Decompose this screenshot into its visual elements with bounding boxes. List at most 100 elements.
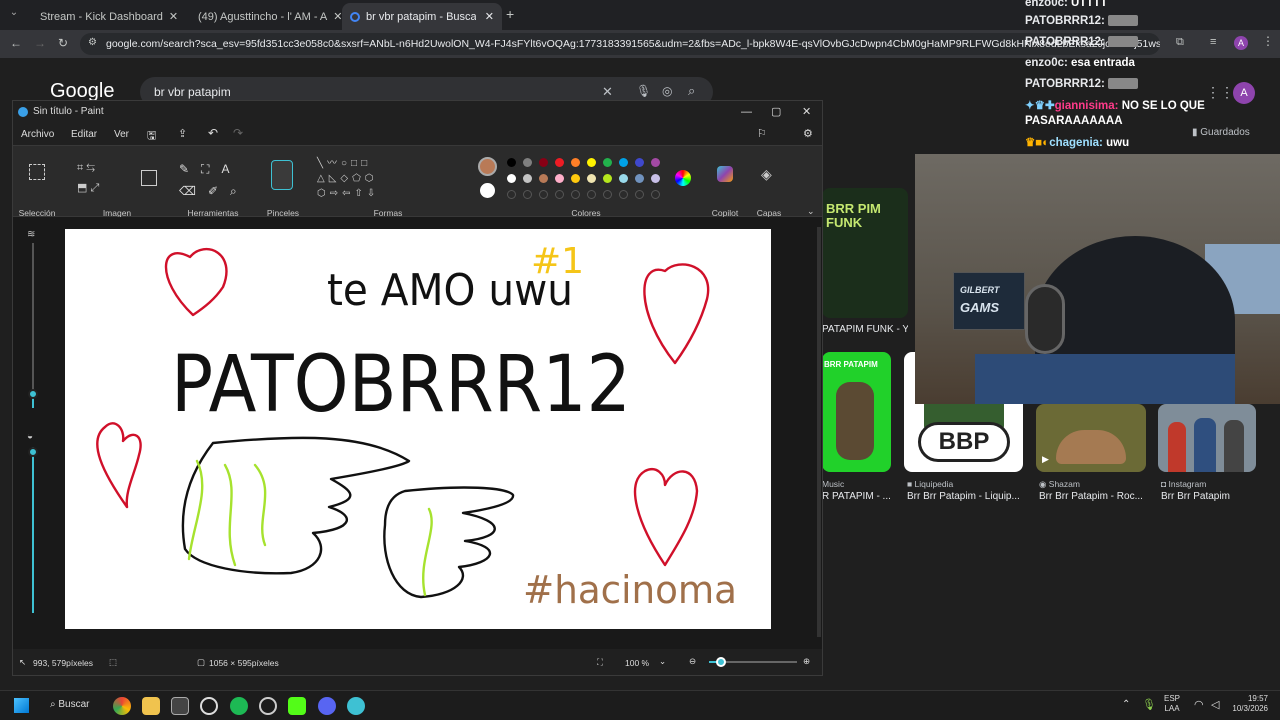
chevron-down-icon[interactable]: ⌄: [807, 206, 815, 217]
volume-icon[interactable]: ◁: [1211, 698, 1219, 711]
color-swatch[interactable]: [507, 158, 516, 167]
empty-color-slot[interactable]: [507, 190, 516, 199]
minimize-icon[interactable]: —: [741, 101, 752, 123]
menu-ver[interactable]: Ver: [114, 129, 129, 140]
color-swatch[interactable]: [651, 158, 660, 167]
close-icon[interactable]: ✕: [169, 10, 178, 23]
google-avatar[interactable]: A: [1233, 82, 1255, 104]
site-info-icon[interactable]: ⚙: [88, 37, 97, 48]
zoom-out-icon[interactable]: ⊖: [689, 656, 696, 667]
color-swatch[interactable]: [571, 158, 580, 167]
color-swatch[interactable]: [651, 174, 660, 183]
color-swatch[interactable]: [619, 158, 628, 167]
result-thumb[interactable]: BRR PIM FUNK: [822, 188, 908, 318]
tab-search-icon[interactable]: ⌄: [6, 7, 22, 23]
color-swatch[interactable]: [539, 158, 548, 167]
mic-icon[interactable]: 🎙: [636, 84, 651, 98]
close-icon[interactable]: ✕: [333, 10, 342, 23]
color-swatch[interactable]: [507, 174, 516, 183]
empty-color-slot[interactable]: [619, 190, 628, 199]
steam-icon[interactable]: [259, 697, 277, 715]
lens-icon[interactable]: ◎: [662, 84, 672, 98]
chrome-icon[interactable]: [113, 697, 131, 715]
layers-icon[interactable]: ◈: [761, 166, 772, 183]
result-caption[interactable]: Brr Brr Patapim: [1161, 491, 1261, 502]
color-swatch[interactable]: [523, 158, 532, 167]
redo-icon[interactable]: ↷: [233, 126, 243, 140]
back-icon[interactable]: ←: [10, 36, 22, 50]
kick-icon[interactable]: [288, 697, 306, 715]
shapes-grid[interactable]: ╲〰○□□ △◺◇⬠⬡ ⬡⇨⇦⇧⇩: [317, 156, 379, 201]
chevron-up-icon[interactable]: ⌃: [1122, 699, 1130, 710]
brush-icon[interactable]: [271, 160, 293, 190]
result-caption[interactable]: PATAPIM FUNK - Yo...: [822, 324, 908, 335]
primary-color-swatch[interactable]: [478, 157, 497, 176]
color-swatch[interactable]: [603, 174, 612, 183]
maximize-icon[interactable]: ▢: [771, 101, 781, 123]
size-slider-thumb[interactable]: [28, 389, 38, 399]
color-swatch[interactable]: [587, 174, 596, 183]
color-swatch[interactable]: [523, 174, 532, 183]
select-tool-icon[interactable]: [29, 164, 45, 180]
apps-grid-icon[interactable]: ⋮⋮: [1206, 84, 1234, 101]
empty-color-slot[interactable]: [603, 190, 612, 199]
taskbar-search[interactable]: ⌕ Buscar: [50, 699, 90, 710]
profile-avatar[interactable]: A: [1234, 36, 1248, 50]
color-swatch[interactable]: [555, 158, 564, 167]
undo-icon[interactable]: ↶: [208, 126, 218, 140]
saved-link[interactable]: ▮ Guardados: [1192, 127, 1250, 138]
result-thumb[interactable]: ▶: [1036, 404, 1146, 472]
crop-icon[interactable]: [141, 170, 157, 186]
result-caption[interactable]: R PATAPIM - ...: [822, 491, 898, 502]
copilot-icon[interactable]: [717, 166, 733, 182]
empty-color-slot[interactable]: [635, 190, 644, 199]
more-icon[interactable]: ⋮: [1262, 34, 1274, 48]
menu-lines-icon[interactable]: ≡: [1210, 36, 1216, 48]
discord-icon[interactable]: [318, 697, 336, 715]
mic-icon[interactable]: 🎙: [1142, 698, 1156, 711]
language-indicator[interactable]: ESP LAA: [1164, 694, 1180, 714]
tab-kick[interactable]: Stream - Kick Dashboard ✕: [26, 3, 184, 30]
fit-icon[interactable]: ⛶: [597, 657, 603, 668]
color-swatch[interactable]: [555, 174, 564, 183]
wifi-icon[interactable]: ◠: [1194, 698, 1204, 711]
opacity-slider-thumb[interactable]: [28, 447, 38, 457]
share-icon[interactable]: ⇪: [178, 127, 187, 140]
menu-archivo[interactable]: Archivo: [21, 129, 54, 140]
color-picker-icon[interactable]: [675, 170, 691, 186]
zoom-in-icon[interactable]: ⊕: [803, 656, 810, 667]
app-icon[interactable]: [171, 697, 189, 715]
color-swatch[interactable]: [635, 174, 644, 183]
windows-start-icon[interactable]: [14, 698, 29, 713]
feedback-icon[interactable]: ⚐: [757, 127, 767, 140]
reload-icon[interactable]: ↻: [58, 36, 68, 50]
color-swatch[interactable]: [603, 158, 612, 167]
new-tab-button[interactable]: +: [506, 6, 514, 22]
empty-color-slot[interactable]: [523, 190, 532, 199]
chevron-down-icon[interactable]: ⌄: [659, 656, 666, 667]
color-swatch[interactable]: [587, 158, 596, 167]
zoom-level[interactable]: 100 %: [625, 658, 649, 668]
color-swatch[interactable]: [539, 174, 548, 183]
image-tools[interactable]: ⌗ ⇆ ⬒ ⤢: [77, 158, 99, 198]
drawing-canvas[interactable]: te AMO uwu PATOBRRR12 #1 #hacinoma: [65, 229, 771, 629]
empty-color-slot[interactable]: [571, 190, 580, 199]
clear-icon[interactable]: ✕: [602, 84, 613, 100]
color-swatch[interactable]: [619, 174, 628, 183]
folder-icon[interactable]: [142, 697, 160, 715]
paint-taskbar-icon[interactable]: [347, 697, 365, 715]
extensions-icon[interactable]: ⧉: [1176, 36, 1184, 49]
url-field[interactable]: google.com/search?sca_esv=95fd351cc3e058…: [80, 33, 1160, 55]
save-icon[interactable]: 🖫: [147, 127, 156, 146]
close-icon[interactable]: ✕: [802, 101, 811, 123]
settings-icon[interactable]: ⚙: [803, 127, 813, 140]
result-caption[interactable]: Brr Brr Patapim - Liquip...: [907, 491, 1027, 502]
clock[interactable]: 19:57 10/3/2026: [1228, 694, 1268, 714]
result-caption[interactable]: Brr Brr Patapim - Roc...: [1039, 491, 1151, 502]
empty-color-slot[interactable]: [587, 190, 596, 199]
spotify-icon[interactable]: [230, 697, 248, 715]
empty-color-slot[interactable]: [555, 190, 564, 199]
obs-icon[interactable]: [200, 697, 218, 715]
vertical-scrollbar[interactable]: [817, 227, 821, 637]
tab-youtube[interactable]: (49) Agusttincho - l' AM - A ✕: [184, 3, 342, 30]
